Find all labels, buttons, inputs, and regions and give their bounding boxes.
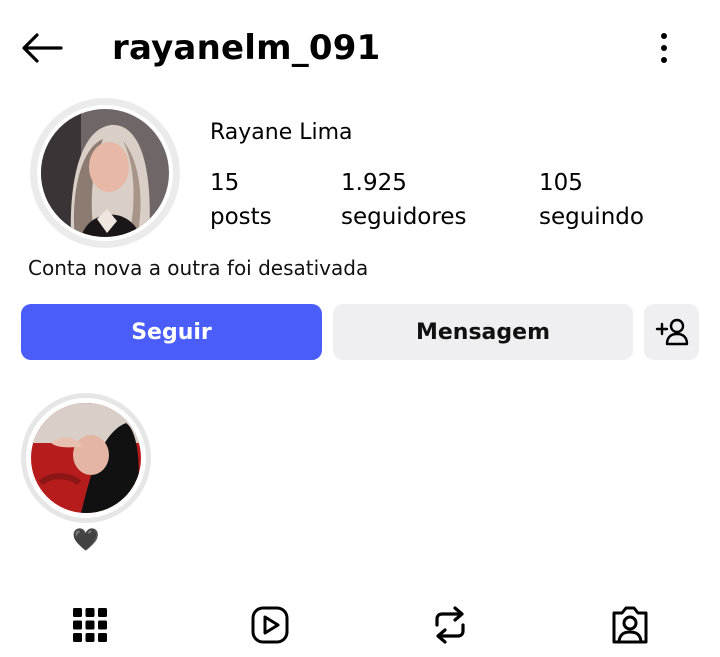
grid-icon [73,608,107,642]
more-vertical-icon [661,33,667,63]
stat-following[interactable]: 105 seguindo [539,166,644,234]
more-options-button[interactable] [646,26,682,70]
profile-username: rayanelm_091 [112,28,381,68]
tab-reposts[interactable] [425,600,475,650]
profile-full-name: Rayane Lima [210,120,353,145]
reels-icon [251,606,289,644]
highlight-label: 🖤 [72,528,100,553]
stat-posts-label: posts [210,204,272,230]
stat-followers-value: 1.925 [341,170,407,196]
avatar-photo [41,109,169,237]
stat-following-value: 105 [539,170,583,196]
add-person-icon [655,318,688,346]
profile-bio: Conta nova a outra foi desativada [28,256,369,280]
profile-avatar[interactable] [30,98,180,248]
stat-following-label: seguindo [539,204,644,230]
back-arrow-icon [22,33,63,63]
suggest-people-button[interactable] [644,304,699,360]
message-button[interactable]: Mensagem [333,304,633,360]
highlight-cover [31,403,141,513]
stat-followers[interactable]: 1.925 seguidores [341,166,466,234]
tab-reels[interactable] [245,600,295,650]
tab-posts-grid[interactable] [65,600,115,650]
stat-followers-label: seguidores [341,204,467,230]
tab-tagged[interactable] [605,600,655,650]
story-highlight[interactable] [21,393,151,523]
tagged-icon [612,606,648,644]
back-button[interactable] [18,24,66,72]
reposts-icon [435,606,465,644]
stat-posts[interactable]: 15 posts [210,166,272,234]
stat-posts-value: 15 [210,170,240,196]
follow-button[interactable]: Seguir [21,304,322,360]
